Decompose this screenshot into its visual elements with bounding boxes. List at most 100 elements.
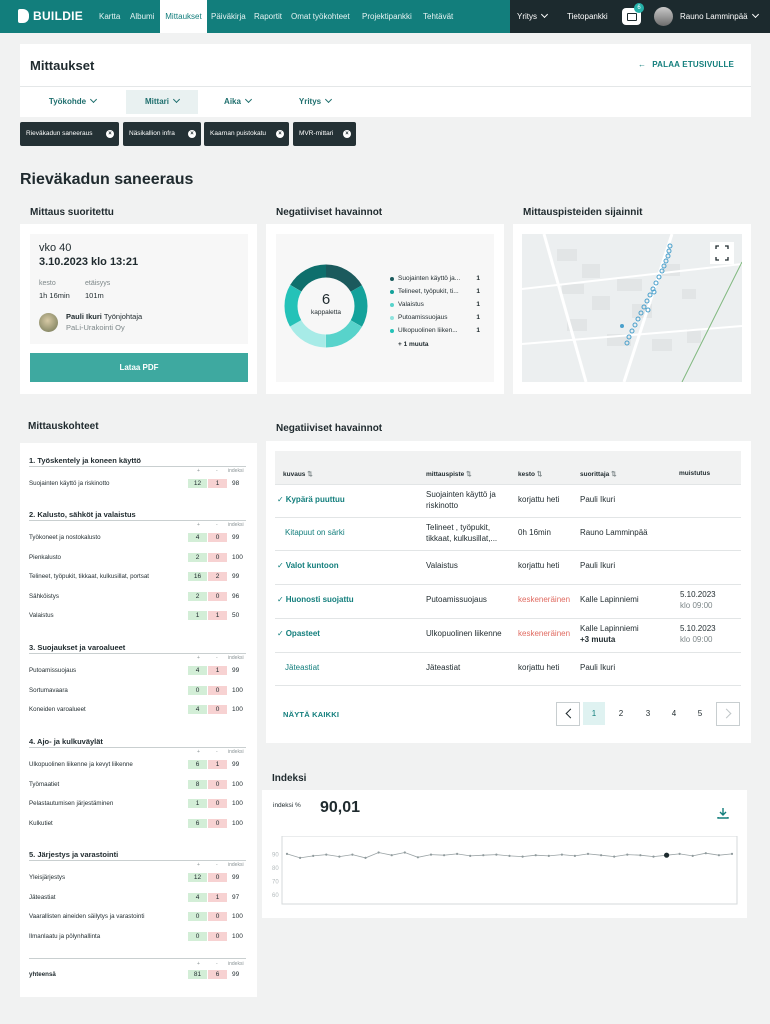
index-point[interactable] xyxy=(691,854,694,857)
back-to-home-link[interactable]: ← PALAA ETUSIVULLE xyxy=(638,60,734,69)
row-description[interactable]: ✓ Huonosti suojattu xyxy=(277,594,354,605)
show-all-link[interactable]: NÄYTÄ KAIKKI xyxy=(283,710,339,719)
nav-item-projektipankki[interactable]: Projektipankki xyxy=(362,0,412,33)
index-point[interactable] xyxy=(521,855,524,858)
filter-mittari[interactable]: Mittari xyxy=(126,90,198,114)
next-page-button[interactable] xyxy=(716,702,740,726)
index-point[interactable] xyxy=(560,853,563,856)
col-header-muistutus[interactable]: muistutus xyxy=(679,470,710,477)
target-row[interactable]: Pelastautumisen järjestäminen 1 0 100 xyxy=(29,799,246,809)
row-description[interactable]: ✓ Opasteet xyxy=(277,628,320,639)
company-dropdown[interactable]: Yritys xyxy=(517,0,549,33)
target-row[interactable]: Putoamissuojaus 4 1 99 xyxy=(29,666,246,676)
nav-item-omat-tyokohteet[interactable]: Omat työkohteet xyxy=(291,0,350,33)
download-icon[interactable] xyxy=(716,806,730,820)
filter-yritys[interactable]: Yritys xyxy=(280,90,350,114)
target-row[interactable]: Suojainten käyttö ja riskinotto 12 1 98 xyxy=(29,479,246,489)
filter-chip[interactable]: Rieväkadun saneeraus × xyxy=(20,122,119,146)
page-button-1[interactable]: 1 xyxy=(583,702,605,725)
row-description[interactable]: Kitapuut on särki xyxy=(285,527,345,538)
filter-chip[interactable]: Näsikallion infra × xyxy=(123,122,201,146)
index-point-selected[interactable] xyxy=(664,852,670,858)
index-point[interactable] xyxy=(534,854,537,857)
col-header-kesto[interactable]: kesto ⇅ xyxy=(518,470,542,478)
col-header-kuvaus[interactable]: kuvaus ⇅ xyxy=(283,470,313,478)
index-point[interactable] xyxy=(429,853,433,856)
target-row[interactable]: Vaarallisten aineiden säilytys ja varast… xyxy=(29,912,246,922)
index-point[interactable] xyxy=(285,852,289,855)
index-point[interactable] xyxy=(586,852,590,855)
nav-item-tehtavat[interactable]: Tehtävät xyxy=(423,0,453,33)
target-row[interactable]: Koneiden varoalueet 4 0 100 xyxy=(29,705,246,715)
person-more[interactable]: +3 muuta xyxy=(580,634,639,645)
index-point[interactable] xyxy=(600,854,603,857)
index-point[interactable] xyxy=(403,851,406,854)
nav-item-kartta[interactable]: Kartta xyxy=(99,0,120,33)
user-avatar[interactable] xyxy=(654,7,673,26)
page-button-4[interactable]: 4 xyxy=(663,702,685,725)
index-point[interactable] xyxy=(652,855,655,858)
target-row[interactable]: Kulkutiet 6 0 100 xyxy=(29,818,246,829)
nav-item-paivakirja[interactable]: Päiväkirja xyxy=(211,0,246,33)
page-button-3[interactable]: 3 xyxy=(637,702,659,725)
index-point[interactable] xyxy=(377,851,380,854)
index-point[interactable] xyxy=(626,853,629,856)
target-row[interactable]: Ilmanlaatu ja pölynhallinta 0 0 100 xyxy=(29,931,246,942)
buildie-logo[interactable]: BUILDIE xyxy=(18,9,83,23)
target-row[interactable]: Sähköistys 2 0 96 xyxy=(29,591,246,602)
index-point[interactable] xyxy=(338,855,341,858)
filter-tyokohde[interactable]: Työkohde xyxy=(30,90,115,114)
close-icon[interactable]: × xyxy=(188,130,196,138)
index-point[interactable] xyxy=(390,854,393,857)
index-point[interactable] xyxy=(443,854,446,857)
filter-aika[interactable]: Aika xyxy=(205,90,270,114)
target-row[interactable]: Pienkalusto 2 0 100 xyxy=(29,552,246,563)
target-row[interactable]: Telineet, työpukit, tikkaat, kulkusillat… xyxy=(29,572,246,582)
target-row[interactable]: Jäteastiat 4 1 97 xyxy=(29,892,246,903)
col-header-mittauspiste[interactable]: mittauspiste ⇅ xyxy=(426,470,472,478)
index-point[interactable] xyxy=(508,854,511,857)
index-point[interactable] xyxy=(730,852,734,855)
index-point[interactable] xyxy=(639,854,642,857)
index-point[interactable] xyxy=(416,856,419,859)
index-point[interactable] xyxy=(312,854,315,857)
row-description[interactable]: ✓ Valot kuntoon xyxy=(277,560,339,571)
filter-chip[interactable]: MVR-mittari × xyxy=(293,122,356,146)
download-pdf-button[interactable]: Lataa PDF xyxy=(30,353,248,382)
target-row[interactable]: Sortumavaara 0 0 100 xyxy=(29,685,246,696)
index-point[interactable] xyxy=(678,852,681,855)
nav-item-raportit[interactable]: Raportit xyxy=(254,0,282,33)
index-point[interactable] xyxy=(547,854,550,857)
nav-item-mittaukset[interactable]: Mittaukset xyxy=(160,0,207,33)
page-button-2[interactable]: 2 xyxy=(610,702,632,725)
row-description[interactable]: ✓ Kypärä puuttuu xyxy=(277,494,345,505)
index-point[interactable] xyxy=(482,854,485,857)
page-button-5[interactable]: 5 xyxy=(689,702,711,725)
index-point[interactable] xyxy=(704,852,707,855)
index-point[interactable] xyxy=(573,854,576,857)
close-icon[interactable]: × xyxy=(343,130,351,138)
index-point[interactable] xyxy=(364,856,367,859)
index-point[interactable] xyxy=(456,852,459,855)
filter-chip[interactable]: Kaarnan puistokatu × xyxy=(204,122,289,146)
index-point[interactable] xyxy=(351,853,354,856)
index-point[interactable] xyxy=(495,853,498,856)
index-point[interactable] xyxy=(325,853,328,856)
index-point[interactable] xyxy=(613,855,616,858)
index-point[interactable] xyxy=(469,854,472,857)
index-point[interactable] xyxy=(717,854,720,857)
close-icon[interactable]: × xyxy=(276,130,284,138)
legend-more[interactable]: + 1 muuta xyxy=(398,341,429,348)
close-icon[interactable]: × xyxy=(106,130,114,138)
col-header-suorittaja[interactable]: suorittaja ⇅ xyxy=(580,470,617,478)
tietopankki-link[interactable]: Tietopankki xyxy=(567,0,608,33)
target-row[interactable]: Yleisjärjestys 12 0 99 xyxy=(29,873,246,883)
location-map[interactable] xyxy=(522,234,742,382)
prev-page-button[interactable] xyxy=(556,702,580,726)
user-menu[interactable]: Rauno Lamminpää xyxy=(680,0,759,33)
target-row[interactable]: Työkoneet ja nostokalusto 4 0 99 xyxy=(29,533,246,543)
row-description[interactable]: Jäteastiat xyxy=(285,662,319,673)
index-point[interactable] xyxy=(299,856,302,859)
target-row[interactable]: Valaistus 1 1 50 xyxy=(29,611,246,621)
target-row[interactable]: Työmaatiet 8 0 100 xyxy=(29,779,246,790)
